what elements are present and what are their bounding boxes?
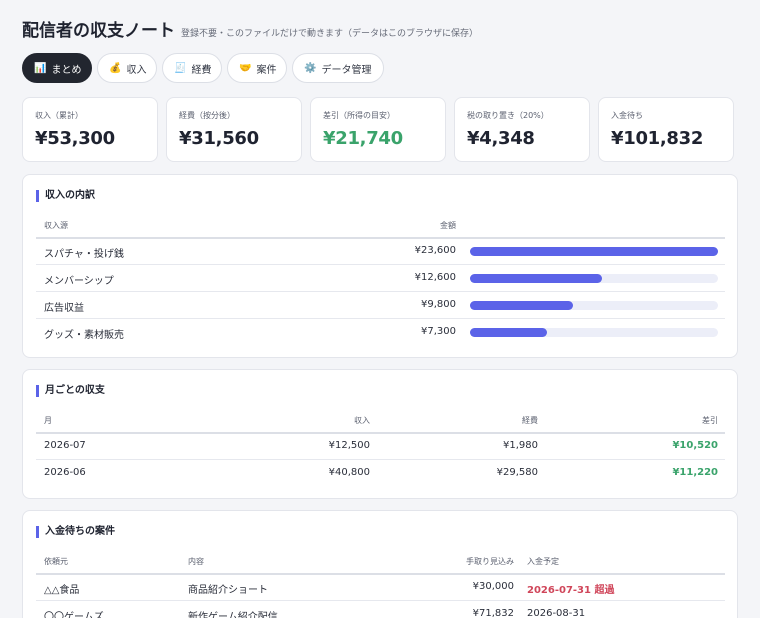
stat-value: ¥53,300 — [35, 128, 115, 149]
income-source-amount: ¥7,300 — [421, 326, 456, 337]
stat-label: 収入（累計） — [35, 111, 83, 120]
share-bar — [470, 247, 718, 256]
share-bar-fill — [470, 301, 573, 310]
row-divider — [36, 600, 725, 601]
tab-data-management[interactable]: ⚙️ データ管理 — [292, 53, 384, 83]
column-header-client: 依頼元 — [44, 557, 68, 566]
income-source-name: メンバーシップ — [44, 276, 114, 287]
content-cell: 新作ゲーム紹介配信 — [188, 612, 278, 618]
summary-stats: 収入（累計） ¥53,300 経費（按分後） ¥31,560 差引（所得の目安）… — [22, 97, 734, 162]
stat-value: ¥101,832 — [611, 128, 704, 149]
column-header-due: 入金予定 — [527, 557, 559, 566]
page-title: 配信者の収支ノート — [22, 21, 175, 41]
gear-icon: ⚙️ — [304, 62, 317, 74]
expense-cell: ¥1,980 — [503, 440, 538, 451]
tab-label: 収入 — [126, 64, 147, 76]
share-bar — [470, 274, 718, 283]
stat-tax-reserve: 税の取り置き（20%） ¥4,348 — [454, 97, 590, 162]
income-cell: ¥40,800 — [328, 467, 370, 478]
due-date: 2026-07-31 — [527, 585, 591, 596]
tab-summary[interactable]: 📊 まとめ — [22, 53, 92, 83]
month-cell: 2026-06 — [44, 467, 86, 478]
row-divider — [36, 291, 725, 292]
stat-label: 税の取り置き（20%） — [467, 111, 549, 120]
income-source-name: グッズ・素材販売 — [44, 330, 124, 341]
share-bar-fill — [470, 328, 547, 337]
handshake-icon: 🤝 — [239, 62, 252, 74]
tab-label: まとめ — [51, 64, 82, 76]
pending-payments-card: 入金待ちの案件 依頼元 内容 手取り見込み 入金予定 △△食品 商品紹介ショート… — [22, 510, 738, 618]
tab-label: 案件 — [256, 64, 277, 76]
tab-label: 経費 — [191, 64, 212, 76]
tab-label: データ管理 — [321, 64, 372, 76]
column-header-content: 内容 — [188, 557, 204, 566]
income-source-amount: ¥12,600 — [414, 272, 456, 283]
income-source-name: 広告収益 — [44, 303, 84, 314]
stat-label: 経費（按分後） — [179, 111, 235, 120]
page-header: 配信者の収支ノート 登録不要・このファイルだけで動きます（データはこのブラウザに… — [22, 16, 478, 41]
column-header-source: 収入源 — [44, 221, 68, 230]
expected-cell: ¥30,000 — [472, 581, 514, 592]
overdue-badge: 超過 — [594, 585, 615, 596]
tab-bar: 📊 まとめ 💰 収入 🧾 経費 🤝 案件 ⚙️ データ管理 — [22, 53, 384, 83]
due-cell: 2026-07-31 超過 — [527, 581, 614, 596]
stat-value: ¥31,560 — [179, 128, 259, 149]
client-cell: △△食品 — [44, 585, 80, 596]
content-cell: 商品紹介ショート — [188, 585, 268, 596]
income-source-amount: ¥9,800 — [421, 299, 456, 310]
tab-expense[interactable]: 🧾 経費 — [162, 53, 222, 83]
receipt-icon: 🧾 — [174, 62, 187, 74]
monthly-summary-card: 月ごとの収支 月 収入 経費 差引 2026-07 ¥12,500 ¥1,980… — [22, 369, 738, 499]
expected-cell: ¥71,832 — [472, 608, 514, 618]
month-cell: 2026-07 — [44, 440, 86, 451]
header-divider — [36, 432, 725, 434]
row-divider — [36, 264, 725, 265]
stat-label: 入金待ち — [611, 111, 643, 120]
share-bar — [470, 301, 718, 310]
card-title: 月ごとの収支 — [36, 385, 105, 397]
stat-expense-total: 経費（按分後） ¥31,560 — [166, 97, 302, 162]
column-header-month: 月 — [44, 416, 52, 425]
column-header-net: 差引 — [702, 416, 718, 425]
card-title: 収入の内訳 — [36, 190, 95, 202]
header-divider — [36, 573, 725, 575]
share-bar-fill — [470, 274, 603, 283]
column-header-expected: 手取り見込み — [466, 557, 514, 566]
due-date: 2026-08-31 — [527, 608, 586, 618]
client-cell: 〇〇ゲームズ — [44, 612, 104, 618]
share-bar-fill — [470, 247, 718, 256]
tab-income[interactable]: 💰 収入 — [97, 53, 157, 83]
stat-value: ¥21,740 — [323, 128, 403, 149]
net-cell: ¥10,520 — [672, 440, 718, 451]
header-divider — [36, 237, 725, 239]
stat-pending-payments: 入金待ち ¥101,832 — [598, 97, 734, 162]
due-cell: 2026-08-31 — [527, 608, 585, 618]
row-divider — [36, 459, 725, 460]
income-source-amount: ¥23,600 — [414, 245, 456, 256]
card-title: 入金待ちの案件 — [36, 526, 115, 538]
share-bar — [470, 328, 718, 337]
column-header-amount: 金額 — [440, 221, 456, 230]
money-bag-icon: 💰 — [109, 62, 122, 74]
net-cell: ¥11,220 — [672, 467, 718, 478]
column-header-expense: 経費 — [522, 416, 538, 425]
page-subtitle: 登録不要・このファイルだけで動きます（データはこのブラウザに保存） — [181, 29, 479, 39]
expense-cell: ¥29,580 — [496, 467, 538, 478]
column-header-income: 収入 — [354, 416, 370, 425]
row-divider — [36, 318, 725, 319]
income-cell: ¥12,500 — [328, 440, 370, 451]
chart-icon: 📊 — [34, 62, 47, 74]
stat-label: 差引（所得の目安） — [323, 111, 395, 120]
stat-net-income: 差引（所得の目安） ¥21,740 — [310, 97, 446, 162]
tab-deals[interactable]: 🤝 案件 — [227, 53, 287, 83]
income-source-name: スパチャ・投げ銭 — [44, 249, 124, 260]
income-breakdown-card: 収入の内訳 収入源 金額 スパチャ・投げ銭 ¥23,600 メンバーシップ ¥1… — [22, 174, 738, 358]
stat-value: ¥4,348 — [467, 128, 535, 149]
stat-income-total: 収入（累計） ¥53,300 — [22, 97, 158, 162]
